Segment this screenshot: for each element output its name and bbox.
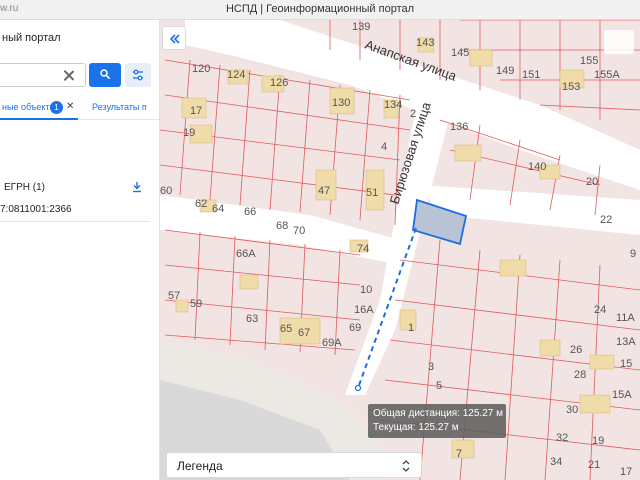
parcel-number: 3: [428, 361, 434, 373]
parcel-number: 34: [550, 456, 562, 468]
parcel-number: 65: [280, 323, 292, 335]
parcel-number: 70: [293, 225, 305, 237]
parcel-number: 155: [580, 55, 598, 67]
parcel-number: 51: [366, 187, 378, 199]
measure-total: Общая дистанция: 125.27 м: [373, 408, 503, 419]
parcel-number: 124: [227, 69, 245, 81]
parcel-number: 4: [381, 141, 387, 153]
legend-dropdown[interactable]: Легенда: [166, 452, 422, 478]
count-badge: 1: [50, 101, 63, 114]
parcel-number: 120: [192, 63, 210, 75]
parcel-number: 145: [451, 47, 469, 59]
parcel-number: 5: [436, 380, 442, 392]
portal-name: ный портал: [2, 32, 61, 44]
parcel-number: 19: [592, 435, 604, 447]
browser-titlebar: w.ru НСПД | Геоинформационный портал: [0, 0, 640, 20]
tab-label: ные объекты: [2, 102, 57, 112]
close-icon[interactable]: ✕: [66, 101, 74, 112]
cadastral-number-item[interactable]: 7:0811001:2366: [0, 204, 72, 215]
parcel-number: 19: [183, 127, 195, 139]
parcel-number: 57: [168, 290, 180, 302]
parcel-number: 67: [298, 327, 310, 339]
search-field[interactable]: [0, 63, 86, 87]
parcel-number: 15А: [612, 389, 632, 401]
parcel-number: 153: [562, 81, 580, 93]
result-tabs: ные объекты 1 ✕ Результаты п: [0, 98, 159, 120]
map-control-button[interactable]: [604, 30, 634, 54]
parcel-number: 2: [410, 108, 416, 120]
measure-endpoint[interactable]: [354, 384, 362, 392]
parcel-number: 10: [360, 284, 372, 296]
parcel-number: 60: [160, 185, 172, 197]
parcel-number: 30: [566, 404, 578, 416]
download-icon[interactable]: [132, 181, 142, 193]
parcel-number: 66: [244, 206, 256, 218]
parcel-number: 74: [357, 243, 369, 255]
parcel-number: 16А: [354, 304, 374, 316]
legend-label: Легенда: [177, 459, 223, 473]
tab-selected-objects[interactable]: ные объекты 1 ✕: [0, 98, 78, 120]
search-icon: [100, 69, 110, 79]
parcel-number: 17: [620, 466, 632, 478]
parcel-number: 32: [556, 432, 568, 444]
parcel-number: 9: [630, 248, 636, 260]
filter-button[interactable]: [125, 63, 151, 87]
parcel-number: 17: [190, 105, 202, 117]
parcel-number: 126: [270, 77, 288, 89]
measure-current: Текущая: 125.27 м: [373, 422, 459, 433]
collapse-panel-button[interactable]: [162, 26, 186, 50]
side-panel: ный портал ные объекты 1 ✕ Результаты п …: [0, 20, 160, 480]
divider: [0, 221, 150, 222]
parcel-number: 59: [190, 298, 202, 310]
parcel-number: 11А: [616, 312, 635, 324]
parcel-number: 62: [195, 198, 207, 210]
parcel-number: 20: [586, 176, 598, 188]
parcel-number: 26: [570, 344, 582, 356]
parcel-number: 155А: [594, 69, 620, 81]
filter-icon: [133, 69, 143, 81]
parcel-number: 130: [332, 97, 350, 109]
search-button[interactable]: [89, 63, 121, 87]
parcel-number: 28: [574, 369, 586, 381]
double-chevron-left-icon: [169, 34, 180, 44]
tab-search-results[interactable]: Результаты п: [92, 102, 147, 112]
parcel-number: 139: [352, 21, 370, 33]
parcel-number: 140: [528, 161, 546, 173]
parcel-number: 69: [349, 322, 361, 334]
parcel-number: 13А: [616, 336, 636, 348]
parcel-number: 68: [276, 220, 288, 232]
parcel-number: 15: [620, 358, 632, 370]
parcel-number: 1: [408, 322, 414, 334]
close-icon[interactable]: [63, 70, 75, 82]
parcel-number: 47: [318, 185, 330, 197]
parcel-number: 24: [594, 304, 606, 316]
chevron-updown-icon: [402, 460, 410, 472]
parcel-number: 69А: [322, 337, 342, 349]
parcel-number: 22: [600, 214, 612, 226]
parcel-number: 143: [416, 37, 434, 49]
window-title: НСПД | Геоинформационный портал: [225, 3, 415, 15]
parcel-number: 134: [384, 99, 402, 111]
section-title: ЕГРН (1): [4, 182, 45, 193]
parcel-number: 21: [588, 459, 600, 471]
parcel-number: 136: [450, 121, 468, 133]
measure-tooltip: Общая дистанция: 125.27 м Текущая: 125.2…: [368, 404, 506, 438]
parcel-number: 66А: [236, 248, 256, 260]
parcel-number: 151: [522, 69, 540, 81]
parcel-number: 64: [212, 203, 224, 215]
parcel-number: 7: [456, 448, 462, 460]
egrn-section-header[interactable]: ЕГРН (1): [0, 180, 152, 200]
parcel-number: 149: [496, 65, 514, 77]
search-input[interactable]: [3, 67, 63, 83]
parcel-number: 63: [246, 313, 258, 325]
